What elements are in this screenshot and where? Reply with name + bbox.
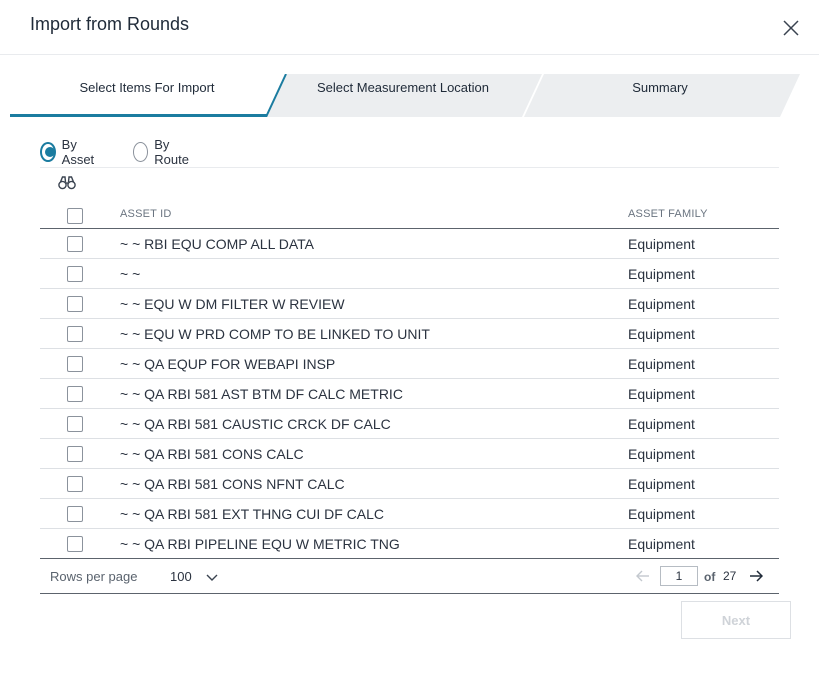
binoculars-icon[interactable]: [58, 175, 76, 191]
step-select-items[interactable]: Select Items For Import: [32, 80, 262, 95]
next-button[interactable]: Next: [681, 601, 791, 639]
table-row[interactable]: ~ ~ QA RBI 581 EXT THNG CUI DF CALC Equip…: [40, 499, 779, 529]
table-row[interactable]: ~ ~ QA RBI PIPELINE EQU W METRIC TNG Equi…: [40, 529, 779, 559]
by-asset-label: By Asset: [61, 137, 95, 167]
asset-id-cell: ~ ~ QA RBI PIPELINE EQU W METRIC TNG: [120, 536, 400, 552]
asset-family-cell: Equipment: [628, 356, 695, 372]
table-pagination: Rows per page 100 of 27: [40, 558, 779, 594]
row-checkbox[interactable]: [67, 266, 83, 282]
table-row[interactable]: ~ ~ QA RBI 581 CAUSTIC CRCK DF CALC Equip…: [40, 409, 779, 439]
arrow-left-icon[interactable]: [636, 569, 650, 582]
row-checkbox[interactable]: [67, 446, 83, 462]
dialog-header: Import from Rounds: [0, 0, 819, 55]
divider: [40, 167, 779, 168]
of-label: of: [704, 570, 716, 584]
asset-family-cell: Equipment: [628, 266, 695, 282]
table-body: ~ ~ RBI EQU COMP ALL DATA Equipment ~ ~ Equ…: [40, 229, 779, 559]
asset-family-cell: Equipment: [628, 386, 695, 402]
by-route-radio[interactable]: By Route: [133, 137, 194, 167]
row-checkbox[interactable]: [67, 326, 83, 342]
column-header-asset-family[interactable]: ASSET FAMILY: [628, 208, 708, 220]
row-checkbox[interactable]: [67, 416, 83, 432]
row-checkbox[interactable]: [67, 356, 83, 372]
rows-per-page-select[interactable]: 100: [170, 569, 192, 584]
asset-id-cell: ~ ~ QA RBI 581 AST BTM DF CALC METRIC: [120, 386, 403, 402]
by-route-label: By Route: [154, 137, 189, 167]
asset-id-cell: ~ ~ EQU W PRD COMP TO BE LINKED TO UNIT: [120, 326, 430, 342]
arrow-right-icon[interactable]: [749, 569, 764, 582]
asset-family-cell: Equipment: [628, 416, 695, 432]
asset-family-cell: Equipment: [628, 536, 695, 552]
step-select-measurement-location[interactable]: Select Measurement Location: [288, 80, 518, 95]
table-row[interactable]: ~ ~ RBI EQU COMP ALL DATA Equipment: [40, 229, 779, 259]
asset-id-cell: ~ ~ QA RBI 581 CAUSTIC CRCK DF CALC: [120, 416, 391, 432]
table-row[interactable]: ~ ~ QA RBI 581 CONS CALC Equipment: [40, 439, 779, 469]
asset-family-cell: Equipment: [628, 446, 695, 462]
table-row[interactable]: ~ ~ QA RBI 581 CONS NFNT CALC Equipment: [40, 469, 779, 499]
step-wizard: Select Items For Import Select Measureme…: [10, 74, 800, 117]
asset-family-cell: Equipment: [628, 296, 695, 312]
row-checkbox[interactable]: [67, 476, 83, 492]
asset-table: ASSET ID ASSET FAMILY ~ ~ RBI EQU COMP A…: [40, 200, 779, 559]
table-header: ASSET ID ASSET FAMILY: [40, 200, 779, 229]
step-summary[interactable]: Summary: [545, 80, 775, 95]
asset-id-cell: ~ ~ QA RBI 581 EXT THNG CUI DF CALC: [120, 506, 385, 522]
rows-per-page-label: Rows per page: [50, 569, 138, 584]
asset-id-cell: ~ ~ QA RBI 581 CONS CALC: [120, 446, 304, 462]
asset-id-cell: ~ ~ EQU W DM FILTER W REVIEW: [120, 296, 345, 312]
asset-id-cell: ~ ~ QA EQUP FOR WEBAPI INSP: [120, 356, 336, 372]
table-row[interactable]: ~ ~ QA EQUP FOR WEBAPI INSP Equipment: [40, 349, 779, 379]
dialog-title: Import from Rounds: [30, 14, 190, 34]
asset-id-cell: ~ ~: [120, 266, 141, 282]
asset-family-cell: Equipment: [628, 326, 695, 342]
total-pages: 27: [723, 569, 737, 583]
select-all-checkbox[interactable]: [67, 208, 83, 224]
asset-id-cell: ~ ~ QA RBI 581 CONS NFNT CALC: [120, 476, 345, 492]
row-checkbox[interactable]: [67, 506, 83, 522]
by-asset-radio[interactable]: By Asset: [40, 137, 99, 167]
close-icon[interactable]: [779, 16, 803, 40]
asset-family-cell: Equipment: [628, 506, 695, 522]
chevron-down-icon[interactable]: [206, 570, 218, 581]
radio-circle[interactable]: [133, 142, 149, 162]
table-row[interactable]: ~ ~ EQU W PRD COMP TO BE LINKED TO UNIT E…: [40, 319, 779, 349]
asset-id-cell: ~ ~ RBI EQU COMP ALL DATA: [120, 236, 314, 252]
row-checkbox[interactable]: [67, 536, 83, 552]
table-row[interactable]: ~ ~ Equipment: [40, 259, 779, 289]
page-number-input[interactable]: [660, 566, 698, 586]
table-row[interactable]: ~ ~ EQU W DM FILTER W REVIEW Equipment: [40, 289, 779, 319]
row-checkbox[interactable]: [67, 236, 83, 252]
asset-family-cell: Equipment: [628, 236, 695, 252]
row-checkbox[interactable]: [67, 296, 83, 312]
radio-circle-checked[interactable]: [40, 142, 56, 162]
asset-family-cell: Equipment: [628, 476, 695, 492]
column-header-asset-id[interactable]: ASSET ID: [120, 208, 172, 220]
import-dialog: Import from Rounds Select Items For Impo…: [0, 0, 819, 691]
row-checkbox[interactable]: [67, 386, 83, 402]
table-row[interactable]: ~ ~ QA RBI 581 AST BTM DF CALC METRIC Equ…: [40, 379, 779, 409]
